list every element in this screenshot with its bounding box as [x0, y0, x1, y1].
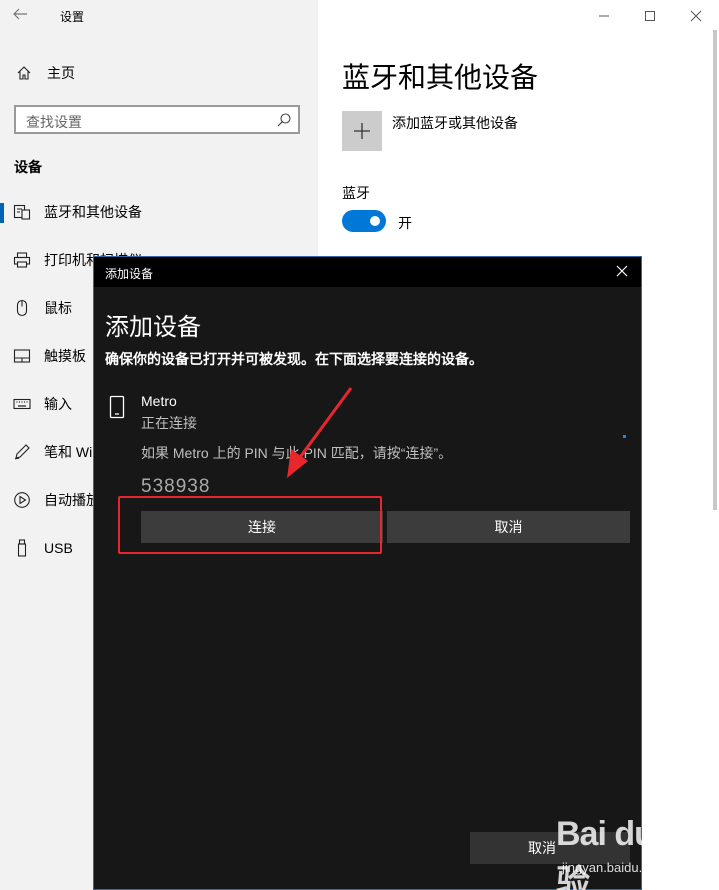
pen-icon [12, 442, 32, 462]
section-header-devices: 设备 [14, 159, 42, 175]
device-name[interactable]: Metro [141, 393, 177, 409]
baidu-jingyan-watermark: Bai du 经验 jingyan.baidu.com [556, 800, 716, 890]
window-title: 设置 [60, 10, 85, 24]
sidebar-item-home[interactable]: 主页 [14, 62, 75, 84]
search-input[interactable]: 查找设置 [14, 105, 300, 134]
dialog-description: 确保你的设备已打开并可被发现。在下面选择要连接的设备。 [105, 351, 483, 367]
phone-icon [109, 395, 125, 419]
sidebar-item-label: 触摸板 [44, 348, 86, 364]
toggle-knob [370, 216, 380, 226]
search-placeholder: 查找设置 [26, 114, 82, 130]
sidebar-item-label: 输入 [44, 396, 72, 412]
mouse-icon [12, 298, 32, 318]
watermark-logo: Bai du 经验 [556, 815, 696, 890]
active-indicator [0, 203, 4, 223]
back-arrow-icon[interactable] [12, 6, 32, 26]
search-icon[interactable] [276, 112, 292, 128]
plus-icon [354, 123, 370, 139]
watermark-url: jingyan.baidu.com [562, 860, 667, 875]
scrollbar[interactable] [713, 30, 717, 510]
autoplay-icon [12, 490, 32, 510]
page-title: 蓝牙和其他设备 [342, 62, 539, 93]
home-icon [14, 63, 34, 83]
annotation-highlight-box [118, 496, 382, 554]
progress-dot [623, 435, 626, 438]
dialog-titlebar: 添加设备 [94, 257, 641, 287]
bluetooth-toggle-state: 开 [398, 215, 412, 231]
device-status: 正在连接 [141, 415, 197, 431]
add-device-dialog: 添加设备 添加设备 确保你的设备已打开并可被发现。在下面选择要连接的设备。 Me… [93, 256, 642, 890]
cancel-button[interactable]: 取消 [387, 511, 630, 543]
add-device-button[interactable] [342, 111, 382, 151]
add-device-label[interactable]: 添加蓝牙或其他设备 [392, 113, 518, 133]
sidebar-item-bluetooth[interactable]: 蓝牙和其他设备 [0, 194, 318, 230]
dialog-close-icon[interactable] [616, 262, 628, 282]
dialog-heading: 添加设备 [105, 314, 201, 341]
window-controls [581, 0, 719, 32]
sidebar-item-label: 鼠标 [44, 300, 72, 316]
close-icon[interactable] [673, 0, 719, 32]
maximize-icon[interactable] [627, 0, 673, 32]
minimize-icon[interactable] [581, 0, 627, 32]
usb-icon [12, 538, 32, 558]
sidebar-item-label: USB [44, 540, 73, 556]
sidebar-item-label: 蓝牙和其他设备 [44, 204, 142, 220]
touchpad-icon [12, 346, 32, 366]
bluetooth-toggle[interactable] [342, 210, 386, 232]
bluetooth-devices-icon [12, 202, 32, 222]
pin-message: 如果 Metro 上的 PIN 与此 PIN 匹配，请按“连接”。 [141, 445, 453, 461]
bluetooth-header: 蓝牙 [342, 185, 370, 201]
keyboard-icon [12, 394, 32, 414]
printer-icon [12, 250, 32, 270]
sidebar-item-label: 自动播放 [44, 492, 100, 508]
home-label: 主页 [47, 65, 75, 81]
pin-code: 538938 [141, 476, 211, 497]
dialog-titlebar-text: 添加设备 [105, 267, 154, 281]
